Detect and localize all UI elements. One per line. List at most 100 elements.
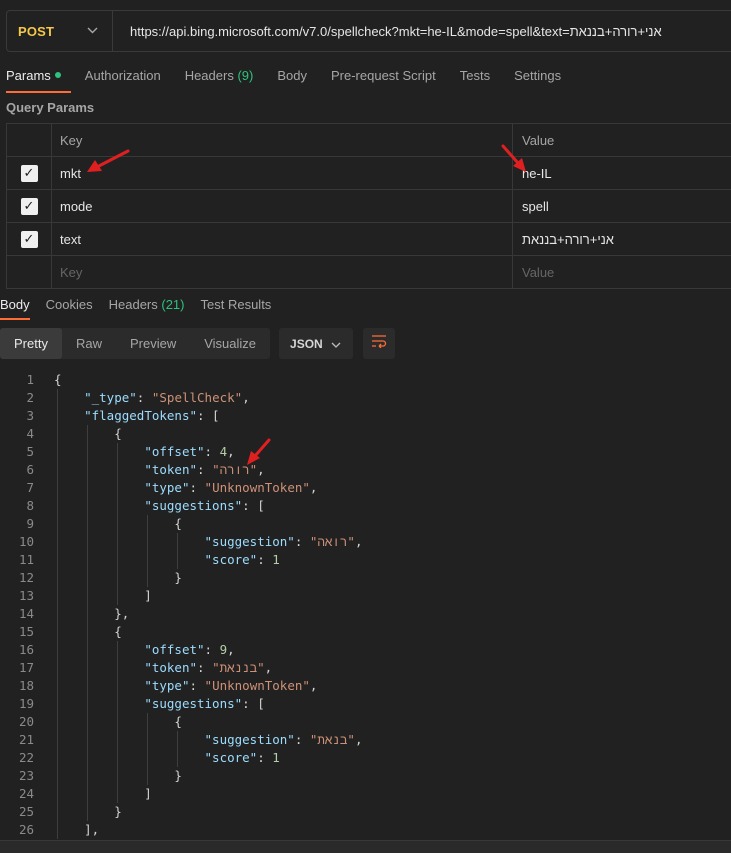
- bottom-status-bar: [0, 840, 731, 853]
- code-line: 4 {: [0, 425, 731, 443]
- code-line: 22 "score": 1: [0, 749, 731, 767]
- line-number: 26: [18, 822, 34, 837]
- chevron-down-icon: [331, 337, 341, 351]
- code-text: "suggestion": "בנאת",: [204, 732, 363, 747]
- code-line: 12 }: [0, 569, 731, 587]
- code-text: ]: [54, 588, 152, 603]
- new-param-key-input[interactable]: Key: [52, 256, 513, 288]
- tab-headers[interactable]: Headers (9): [185, 67, 254, 93]
- code-line: 5 "offset": 4,: [0, 443, 731, 461]
- response-tab-headers[interactable]: Headers (21): [109, 297, 185, 320]
- line-number: 19: [18, 696, 34, 711]
- tab-pre-request-script[interactable]: Pre-request Script: [331, 67, 436, 93]
- wrap-lines-button[interactable]: [363, 328, 396, 359]
- line-number: 25: [18, 804, 34, 819]
- view-visualize-button[interactable]: Visualize: [190, 328, 270, 359]
- param-checkbox[interactable]: ✓: [20, 230, 38, 248]
- tab-authorization[interactable]: Authorization: [85, 67, 161, 93]
- new-param-value-input[interactable]: Value: [513, 256, 731, 288]
- wrap-lines-icon: [371, 334, 387, 353]
- code-text: "type": "UnknownToken",: [144, 480, 318, 495]
- code-line: 14 },: [0, 605, 731, 623]
- request-tabs: Params Authorization Headers (9) Body Pr…: [6, 67, 585, 93]
- param-checkbox[interactable]: ✓: [20, 197, 38, 215]
- tab-body[interactable]: Body: [277, 67, 307, 93]
- code-line: 6 "token": "רורה",: [0, 461, 731, 479]
- code-text: {: [54, 372, 62, 387]
- code-line: 23 }: [0, 767, 731, 785]
- code-text: }: [54, 768, 182, 783]
- code-line: 3 "flaggedTokens": [: [0, 407, 731, 425]
- line-number: 2: [26, 390, 34, 405]
- code-line: 7 "type": "UnknownToken",: [0, 479, 731, 497]
- param-value-input[interactable]: spell: [513, 190, 731, 222]
- tab-settings[interactable]: Settings: [514, 67, 561, 93]
- red-arrow-icon: [247, 438, 271, 465]
- line-number: 4: [26, 426, 34, 441]
- tab-params[interactable]: Params: [6, 67, 71, 93]
- code-text: "offset": 9,: [144, 642, 235, 657]
- method-select[interactable]: POST: [7, 11, 113, 51]
- code-text: }: [54, 804, 122, 819]
- line-number: 13: [18, 588, 34, 603]
- code-line: 18 "type": "UnknownToken",: [0, 677, 731, 695]
- code-line: 1{: [0, 371, 731, 389]
- checkbox-header-cell: [6, 124, 52, 156]
- param-checkbox[interactable]: ✓: [20, 164, 38, 182]
- param-row-mode: ✓ mode spell: [6, 190, 731, 223]
- code-text: {: [54, 516, 182, 531]
- code-text: {: [54, 426, 122, 441]
- code-line: 26 ],: [0, 821, 731, 839]
- url-input[interactable]: https://api.bing.microsoft.com/v7.0/spel…: [113, 24, 662, 39]
- code-line: 20 {: [0, 713, 731, 731]
- code-line: 17 "token": "בננאת",: [0, 659, 731, 677]
- response-tab-body[interactable]: Body: [0, 297, 30, 320]
- view-mode-segment: Pretty Raw Preview Visualize: [0, 328, 271, 359]
- tab-tests[interactable]: Tests: [460, 67, 490, 93]
- response-tab-test-results[interactable]: Test Results: [201, 297, 272, 320]
- param-key-input[interactable]: text: [52, 223, 513, 255]
- code-line: 8 "suggestions": [: [0, 497, 731, 515]
- code-text: "suggestions": [: [144, 498, 265, 513]
- code-text: "score": 1: [204, 552, 280, 567]
- code-line: 13 ]: [0, 587, 731, 605]
- code-line: 9 {: [0, 515, 731, 533]
- line-number: 12: [18, 570, 34, 585]
- line-number: 15: [18, 624, 34, 639]
- code-text: }: [54, 570, 182, 585]
- param-row-new: Key Value: [6, 256, 731, 289]
- line-number: 10: [18, 534, 34, 549]
- line-number: 20: [18, 714, 34, 729]
- view-pretty-button[interactable]: Pretty: [0, 328, 62, 359]
- line-number: 23: [18, 768, 34, 783]
- response-tab-cookies[interactable]: Cookies: [46, 297, 93, 320]
- code-text: "token": "רורה",: [144, 462, 265, 477]
- code-text: {: [54, 624, 122, 639]
- param-value-input[interactable]: אני+רורה+בננאת: [513, 223, 731, 255]
- code-line: 19 "suggestions": [: [0, 695, 731, 713]
- line-number: 24: [18, 786, 34, 801]
- red-arrow-icon: [501, 144, 526, 172]
- checkmark-icon: ✓: [23, 198, 35, 213]
- format-label: JSON: [290, 336, 323, 351]
- param-value-input[interactable]: he-IL: [513, 157, 731, 189]
- code-line: 10 "suggestion": "רואה",: [0, 533, 731, 551]
- param-row-text: ✓ text אני+רורה+בננאת: [6, 223, 731, 256]
- line-number: 17: [18, 660, 34, 675]
- line-number: 18: [18, 678, 34, 693]
- line-number: 21: [18, 732, 34, 747]
- value-column-header: Value: [522, 132, 555, 148]
- code-text: "_type": "SpellCheck",: [84, 390, 250, 405]
- view-raw-button[interactable]: Raw: [62, 328, 116, 359]
- request-url-bar: POST https://api.bing.microsoft.com/v7.0…: [6, 10, 731, 52]
- line-number: 5: [26, 444, 34, 459]
- line-number: 3: [26, 408, 34, 423]
- response-view-bar: Pretty Raw Preview Visualize JSON: [0, 328, 396, 359]
- response-headers-count: (21): [161, 297, 185, 312]
- param-key-input[interactable]: mode: [52, 190, 513, 222]
- format-select[interactable]: JSON: [279, 328, 354, 359]
- line-number: 11: [18, 552, 34, 567]
- code-line: 21 "suggestion": "בנאת",: [0, 731, 731, 749]
- checkmark-icon: ✓: [23, 165, 35, 180]
- view-preview-button[interactable]: Preview: [116, 328, 190, 359]
